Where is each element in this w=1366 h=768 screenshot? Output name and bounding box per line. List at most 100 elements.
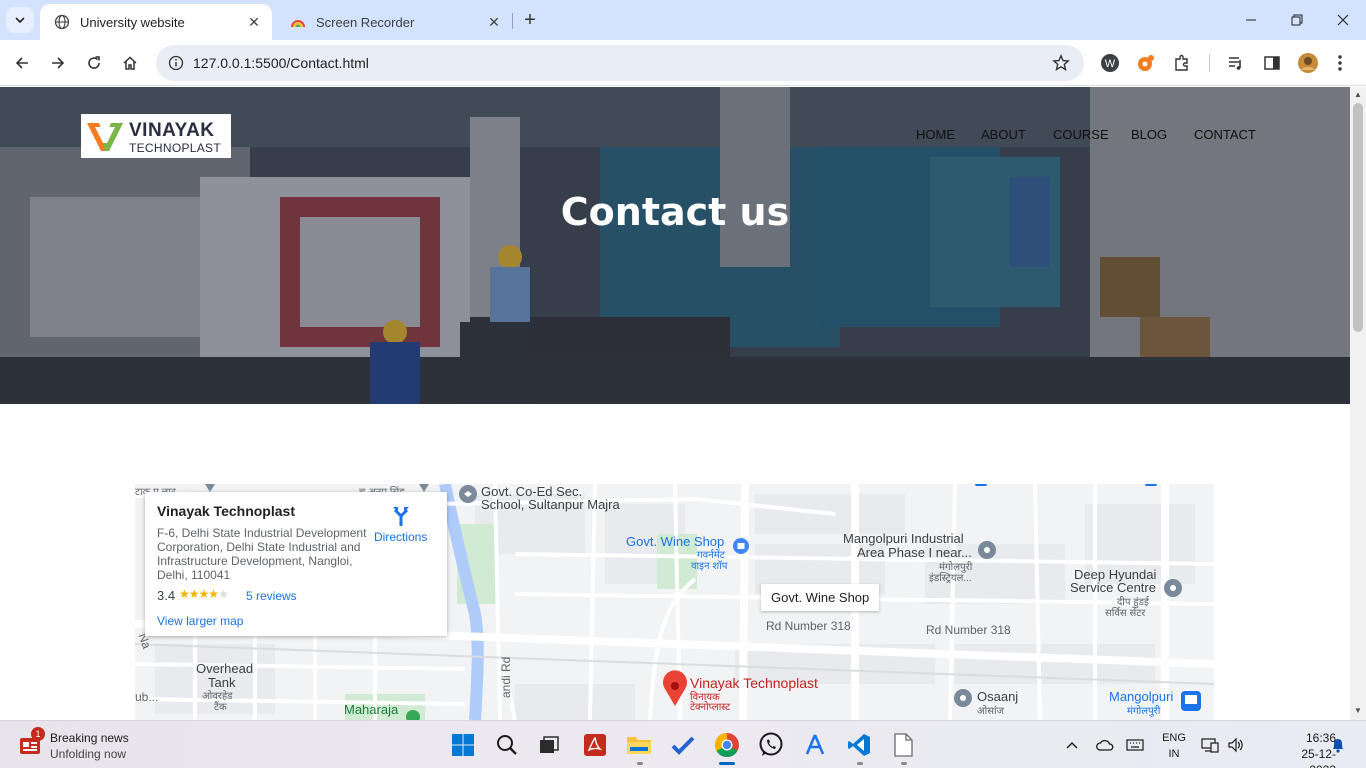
extension-w-button[interactable]: W: [1096, 49, 1124, 77]
news-badge: 1: [31, 727, 45, 741]
extension-orange-button[interactable]: [1132, 49, 1160, 77]
media-controls-button[interactable]: [1222, 49, 1250, 77]
w-extension-icon: W: [1101, 54, 1119, 72]
logo-title: VINAYAK: [129, 120, 215, 141]
taskbar-app-file-explorer[interactable]: [623, 729, 655, 761]
transit-marker-icon: [1181, 691, 1201, 711]
tab-screen-recorder[interactable]: Screen Recorder ✕: [276, 4, 512, 40]
logo-subtitle: TECHNOPLAST: [129, 141, 221, 155]
shopping-marker-icon: [733, 538, 749, 554]
chevron-down-icon: [15, 17, 25, 24]
map-label-osaanj: Osaanj: [977, 689, 1019, 704]
forward-button[interactable]: [44, 49, 72, 77]
taskbar-app-acrobat[interactable]: [579, 729, 611, 761]
place-marker-icon: [954, 689, 972, 707]
reload-button[interactable]: [80, 49, 108, 77]
bell-icon: [1333, 739, 1343, 753]
page-title: Contact us: [560, 190, 790, 234]
bookmark-star-icon[interactable]: [1050, 52, 1072, 74]
back-button[interactable]: [8, 49, 36, 77]
new-tab-button[interactable]: +: [518, 8, 542, 32]
chrome-menu-button[interactable]: [1326, 49, 1354, 77]
rating-stars: ★★★★★: [179, 587, 229, 601]
map-label-tank-hindi-2: टैंक: [214, 702, 227, 713]
nav-about[interactable]: ABOUT: [981, 127, 1026, 142]
news-title: Breaking news: [50, 731, 129, 745]
directions-icon[interactable]: [390, 505, 412, 527]
close-tab-icon[interactable]: ✕: [484, 12, 504, 32]
half-star-icon: ★: [208, 587, 219, 601]
map-label-hyundai-hindi-2: सर्विस सेंटर: [1105, 608, 1146, 619]
minimize-button[interactable]: [1228, 0, 1274, 40]
keyboard-tray-button[interactable]: [1124, 721, 1146, 768]
more-vertical-icon: [1338, 55, 1342, 71]
task-view-icon: [540, 736, 559, 753]
address-bar[interactable]: 127.0.0.1:5500/Contact.html: [156, 45, 1084, 81]
map-place-card: Vinayak Technoplast F-6, Delhi State Ind…: [145, 492, 447, 636]
map-label-mangolpuri-industrial: Mangolpuri Industrial: [843, 531, 964, 546]
tab-title: Screen Recorder: [316, 14, 415, 30]
news-widget[interactable]: 1 Breaking news Unfolding now: [18, 727, 198, 761]
running-indicator: [857, 762, 863, 765]
side-panel-button[interactable]: [1258, 49, 1286, 77]
close-tab-icon[interactable]: ✕: [244, 12, 264, 32]
arrow-left-icon: [15, 57, 28, 69]
map-label-mangolpuri-hindi-2: इंडस्ट्रियल...: [929, 573, 972, 584]
map-label-edge-ub: ub...: [135, 690, 159, 704]
scroll-down-icon[interactable]: ▼: [1354, 706, 1362, 715]
tab-search-button[interactable]: [6, 7, 34, 33]
checkmark-icon: [671, 736, 695, 755]
puzzle-icon: [1175, 54, 1188, 71]
scroll-up-icon[interactable]: ▲: [1354, 90, 1362, 99]
minimize-icon: [1246, 19, 1256, 21]
site-info-icon[interactable]: [164, 51, 188, 75]
map-label-vinayak-hindi-2: टेक्नोप्लास्ट: [690, 702, 731, 713]
directions-link[interactable]: Directions: [374, 530, 427, 544]
extensions-button[interactable]: [1168, 49, 1196, 77]
taskbar-app-todo[interactable]: [667, 729, 699, 761]
home-icon: [123, 56, 137, 70]
taskbar-app-chrome[interactable]: [711, 729, 743, 761]
embedded-map[interactable]: टाक ए लाट च अनुप सिंह Govt. Co-Ed Sec. S…: [135, 484, 1214, 720]
search-button[interactable]: [491, 729, 523, 761]
map-label-mangolpuri-station-hindi: मंगोलपुरी: [1127, 706, 1161, 717]
url-text[interactable]: 127.0.0.1:5500/Contact.html: [193, 55, 369, 71]
onedrive-tray-button[interactable]: [1094, 721, 1116, 768]
nav-blog[interactable]: BLOG: [1131, 127, 1167, 142]
start-button[interactable]: [447, 729, 479, 761]
taskbar-app-notepad[interactable]: [887, 729, 919, 761]
map-label-wine-shop-hindi-2: वाइन शॉप: [691, 561, 728, 572]
folder-icon: [627, 737, 651, 754]
volume-tray-button[interactable]: [1226, 721, 1246, 768]
home-button[interactable]: [116, 49, 144, 77]
nav-course[interactable]: COURSE: [1053, 127, 1109, 142]
taskbar-app-whatsapp[interactable]: [755, 729, 787, 761]
page-viewport: VINAYAK TECHNOPLAST HOME ABOUT COURSE BL…: [0, 87, 1350, 720]
keyboard-icon: [1126, 739, 1144, 751]
translate-icon: [805, 734, 825, 755]
restore-button[interactable]: [1274, 0, 1320, 40]
language-code: ENG: [1162, 732, 1186, 744]
show-hidden-icons-button[interactable]: [1062, 721, 1082, 768]
side-panel-icon: [1264, 56, 1280, 70]
profile-avatar[interactable]: [1294, 49, 1322, 77]
close-window-button[interactable]: [1320, 0, 1366, 40]
notifications-button[interactable]: [1328, 721, 1348, 768]
site-logo[interactable]: VINAYAK TECHNOPLAST: [81, 114, 231, 158]
task-view-button[interactable]: [533, 729, 565, 761]
reviews-link[interactable]: 5 reviews: [246, 589, 297, 603]
map-label-overhead-tank: Overhead: [196, 661, 254, 676]
language-indicator[interactable]: ENG IN: [1160, 730, 1188, 762]
page-scrollbar[interactable]: ▲ ▼: [1350, 87, 1366, 720]
taskbar-app-translate[interactable]: [799, 729, 831, 761]
running-indicator: [901, 762, 907, 765]
view-larger-map-link[interactable]: View larger map: [157, 614, 243, 628]
nav-contact[interactable]: CONTACT: [1194, 127, 1256, 142]
network-tray-button[interactable]: [1200, 721, 1220, 768]
scrollbar-thumb[interactable]: [1353, 103, 1363, 332]
taskbar-app-vscode[interactable]: [843, 729, 875, 761]
nav-home[interactable]: HOME: [916, 127, 955, 142]
tab-university-website[interactable]: University website ✕: [40, 4, 272, 40]
place-address: F-6, Delhi State Industrial Development …: [157, 526, 367, 582]
vscode-icon: [848, 734, 870, 756]
